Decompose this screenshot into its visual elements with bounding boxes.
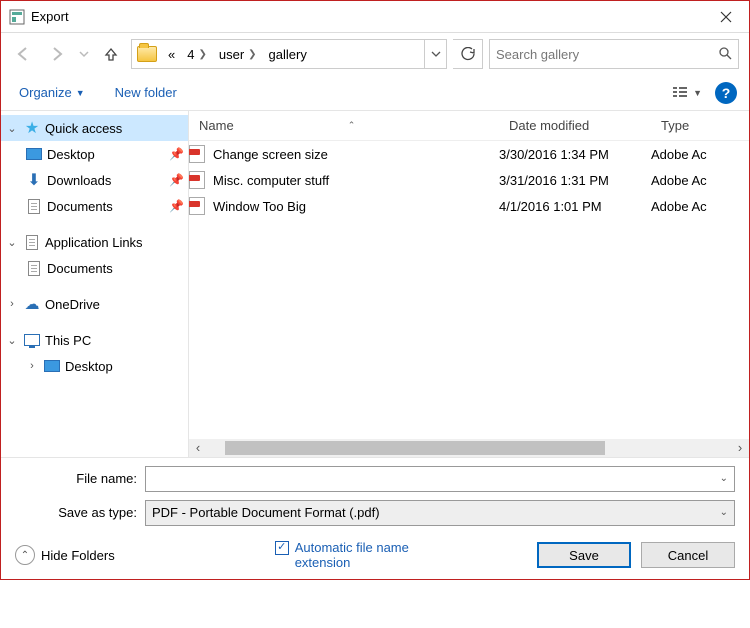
col-date[interactable]: Date modified bbox=[499, 118, 651, 133]
checkbox-checked-icon: ✓ bbox=[275, 541, 289, 555]
tree-app-documents[interactable]: Documents bbox=[1, 255, 188, 281]
tree-pc-desktop[interactable]: › Desktop bbox=[1, 353, 188, 379]
recent-dropdown[interactable] bbox=[77, 40, 91, 68]
file-name: Misc. computer stuff bbox=[213, 173, 329, 188]
organize-menu[interactable]: Organize▼ bbox=[13, 81, 91, 104]
scroll-left-icon[interactable]: ‹ bbox=[189, 440, 207, 455]
search-placeholder: Search gallery bbox=[496, 47, 579, 62]
view-icon bbox=[671, 84, 689, 102]
view-options[interactable]: ▼ bbox=[668, 81, 705, 105]
back-button[interactable] bbox=[9, 40, 37, 68]
file-row[interactable]: Change screen size 3/30/2016 1:34 PMAdobe… bbox=[189, 141, 749, 167]
expand-icon[interactable]: › bbox=[5, 298, 19, 310]
auto-extension-checkbox[interactable]: ✓ Automatic file name extension bbox=[275, 540, 445, 571]
desktop-icon bbox=[43, 357, 61, 375]
crumb-gallery[interactable]: gallery bbox=[263, 45, 313, 64]
nav-row: « 4❯ user❯ gallery Search gallery bbox=[1, 33, 749, 75]
forward-button[interactable] bbox=[43, 40, 71, 68]
window-title: Export bbox=[31, 9, 703, 24]
chevron-right-icon: ❯ bbox=[248, 49, 256, 60]
collapse-icon[interactable]: ⌄ bbox=[5, 122, 19, 135]
chevron-down-icon: ▼ bbox=[76, 88, 85, 98]
document-icon bbox=[25, 197, 43, 215]
scroll-thumb[interactable] bbox=[225, 441, 605, 455]
save-type-combo[interactable]: PDF - Portable Document Format (.pdf) ⌄ bbox=[145, 500, 735, 526]
tree-this-pc[interactable]: ⌄ This PC bbox=[1, 327, 188, 353]
refresh-button[interactable] bbox=[453, 39, 483, 69]
tree-application-links[interactable]: ⌄ Application Links bbox=[1, 229, 188, 255]
titlebar: Export bbox=[1, 1, 749, 33]
chevron-down-icon: ▼ bbox=[693, 88, 702, 98]
tree-quick-access[interactable]: ⌄ ★ Quick access bbox=[1, 115, 188, 141]
up-button[interactable] bbox=[97, 40, 125, 68]
hide-folders-button[interactable]: ⌃ Hide Folders bbox=[15, 545, 115, 565]
file-type: Adobe Ac bbox=[651, 199, 749, 214]
save-button[interactable]: Save bbox=[537, 542, 631, 568]
file-row[interactable]: Misc. computer stuff 3/31/2016 1:31 PMAdo… bbox=[189, 167, 749, 193]
address-bar[interactable]: « 4❯ user❯ gallery bbox=[131, 39, 447, 69]
help-button[interactable]: ? bbox=[715, 82, 737, 104]
file-date: 4/1/2016 1:01 PM bbox=[499, 199, 651, 214]
pin-icon: 📌 bbox=[169, 199, 184, 213]
crumb-user[interactable]: user❯ bbox=[213, 45, 263, 64]
crumb-4[interactable]: 4❯ bbox=[181, 45, 213, 64]
file-name: Change screen size bbox=[213, 147, 328, 162]
tree-desktop[interactable]: Desktop 📌 bbox=[1, 141, 188, 167]
pc-icon bbox=[23, 331, 41, 349]
chevron-right-icon: ❯ bbox=[198, 49, 206, 60]
cancel-button[interactable]: Cancel bbox=[641, 542, 735, 568]
tree-onedrive[interactable]: › ☁ OneDrive bbox=[1, 291, 188, 317]
pdf-icon bbox=[189, 145, 207, 163]
column-headers: Name ⌃ Date modified Type bbox=[189, 111, 749, 141]
file-type: Adobe Ac bbox=[651, 147, 749, 162]
app-icon bbox=[9, 9, 25, 25]
nav-tree: ⌄ ★ Quick access Desktop 📌 ⬇ Downloads 📌… bbox=[1, 111, 189, 457]
filename-input[interactable]: ⌄ bbox=[145, 466, 735, 492]
file-type: Adobe Ac bbox=[651, 173, 749, 188]
filename-label: File name: bbox=[15, 471, 145, 486]
file-row[interactable]: Window Too Big 4/1/2016 1:01 PMAdobe Ac bbox=[189, 193, 749, 219]
file-date: 3/30/2016 1:34 PM bbox=[499, 147, 651, 162]
document-icon bbox=[23, 233, 41, 251]
document-icon bbox=[25, 259, 43, 277]
bottom-panel: File name: ⌄ Save as type: PDF - Portabl… bbox=[1, 458, 749, 579]
pin-icon: 📌 bbox=[169, 173, 184, 187]
pdf-icon bbox=[189, 197, 207, 215]
scroll-right-icon[interactable]: › bbox=[731, 440, 749, 455]
tree-documents[interactable]: Documents 📌 bbox=[1, 193, 188, 219]
file-name: Window Too Big bbox=[213, 199, 306, 214]
collapse-icon[interactable]: ⌄ bbox=[5, 236, 19, 249]
sort-indicator-icon: ⌃ bbox=[348, 120, 356, 131]
collapse-icon[interactable]: ⌄ bbox=[5, 334, 19, 347]
chevron-up-icon: ⌃ bbox=[15, 545, 35, 565]
address-dropdown[interactable] bbox=[424, 40, 446, 68]
close-button[interactable] bbox=[703, 2, 749, 32]
search-icon bbox=[718, 46, 732, 63]
desktop-icon bbox=[25, 145, 43, 163]
star-icon: ★ bbox=[23, 119, 41, 137]
new-folder-button[interactable]: New folder bbox=[109, 81, 183, 104]
tree-downloads[interactable]: ⬇ Downloads 📌 bbox=[1, 167, 188, 193]
export-dialog: Export « 4❯ user❯ gallery bbox=[0, 0, 750, 580]
chevron-down-icon: ⌄ bbox=[720, 507, 728, 518]
folder-icon bbox=[136, 44, 158, 64]
download-icon: ⬇ bbox=[25, 171, 43, 189]
toolbar: Organize▼ New folder ▼ ? bbox=[1, 75, 749, 111]
chevron-down-icon[interactable]: ⌄ bbox=[720, 473, 728, 484]
pdf-icon bbox=[189, 171, 207, 189]
col-name[interactable]: Name ⌃ bbox=[189, 118, 499, 133]
col-type[interactable]: Type bbox=[651, 118, 749, 133]
expand-icon[interactable]: › bbox=[25, 360, 39, 372]
crumb-overflow[interactable]: « bbox=[162, 45, 181, 64]
cloud-icon: ☁ bbox=[23, 295, 41, 313]
file-list: Name ⌃ Date modified Type Change screen … bbox=[189, 111, 749, 457]
search-input[interactable]: Search gallery bbox=[489, 39, 739, 69]
horizontal-scrollbar[interactable]: ‹ › bbox=[189, 439, 749, 457]
file-date: 3/31/2016 1:31 PM bbox=[499, 173, 651, 188]
save-type-label: Save as type: bbox=[15, 505, 145, 520]
pin-icon: 📌 bbox=[169, 147, 184, 161]
